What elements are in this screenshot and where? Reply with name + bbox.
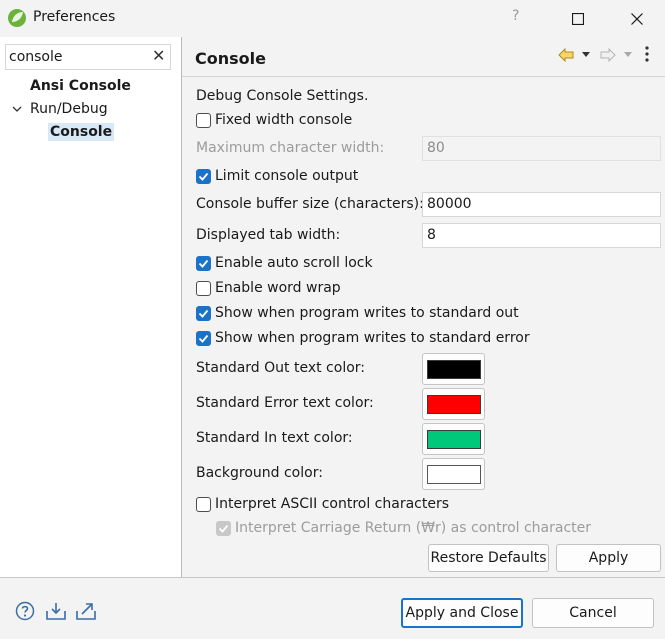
stdout-color-button[interactable] [422,353,485,385]
max-char-width-label: Maximum character width: [196,140,385,156]
checkmark-icon [198,259,209,268]
tree-item-console[interactable]: Console [48,123,115,141]
cancel-button[interactable]: Cancel [532,598,654,628]
close-icon [631,12,643,25]
filter-field[interactable]: ✕ [5,44,171,70]
section-heading: Debug Console Settings. [196,88,369,104]
title-separator [182,76,665,77]
apply-and-close-button[interactable]: Apply and Close [401,598,523,628]
stdin-color-swatch [427,430,481,449]
footer-divider [0,577,665,578]
stderr-color-swatch [427,395,481,414]
apply-button[interactable]: Apply [556,544,661,572]
interpret-ascii-checkbox[interactable] [196,497,211,512]
limit-output-checkbox[interactable] [196,169,211,184]
stdin-color-label: Standard In text color: [196,430,353,446]
show-stderr-checkbox[interactable] [196,331,211,346]
help-icon[interactable] [15,601,35,621]
maximize-icon [572,12,584,25]
background-color-label: Background color: [196,465,323,481]
show-stderr-label[interactable]: Show when program writes to standard err… [215,330,530,346]
tab-width-label: Displayed tab width: [196,227,341,243]
fixed-width-checkbox[interactable] [196,113,211,128]
tree-item-ansi-console[interactable]: Ansi Console [30,78,131,94]
clear-filter-icon[interactable]: ✕ [152,46,165,65]
max-char-width-field[interactable]: 80 [422,136,661,161]
window-title: Preferences [33,9,116,25]
preference-tree-pane: ✕ Ansi Console Run/Debug Console [0,37,181,578]
checkmark-icon [198,309,209,318]
auto-scroll-lock-label[interactable]: Enable auto scroll lock [215,255,373,271]
interpret-ascii-label[interactable]: Interpret ASCII control characters [215,496,449,512]
page-title: Console [195,49,266,68]
filter-input[interactable] [9,47,149,67]
stdout-color-swatch [427,360,481,379]
console-preference-page: Console Debug Console Settings. Fixed wi… [182,37,665,577]
checkmark-icon [198,334,209,343]
checkmark-icon [218,524,229,533]
help-glyph[interactable]: ? [512,8,519,24]
tab-width-input[interactable]: 8 [422,223,661,248]
export-icon[interactable] [75,601,97,621]
tree-item-run-debug[interactable]: Run/Debug [30,101,108,117]
buffer-size-label: Console buffer size (characters): [196,196,424,212]
chevron-down-icon[interactable] [12,104,22,114]
stdin-color-button[interactable] [422,423,485,455]
show-stdout-label[interactable]: Show when program writes to standard out [215,305,519,321]
view-menu-icon[interactable] [645,46,649,62]
fixed-width-label[interactable]: Fixed width console [215,112,352,128]
import-icon[interactable] [45,601,67,621]
close-button[interactable] [614,0,660,37]
maximize-button[interactable] [555,0,601,37]
restore-defaults-button[interactable]: Restore Defaults [428,544,549,572]
buffer-size-input[interactable]: 80000 [422,192,661,217]
stdout-color-label: Standard Out text color: [196,360,365,376]
word-wrap-label[interactable]: Enable word wrap [215,280,341,296]
stderr-color-label: Standard Error text color: [196,395,374,411]
show-stdout-checkbox[interactable] [196,306,211,321]
interpret-cr-checkbox[interactable] [216,521,231,536]
title-bar: Preferences ? [0,0,665,37]
word-wrap-checkbox[interactable] [196,281,211,296]
auto-scroll-lock-checkbox[interactable] [196,256,211,271]
forward-arrow-icon[interactable] [600,48,616,62]
background-color-swatch [427,465,481,484]
interpret-cr-label[interactable]: Interpret Carriage Return (₩r) as contro… [235,520,591,536]
background-color-button[interactable] [422,458,485,490]
app-leaf-icon [8,9,26,27]
limit-output-label[interactable]: Limit console output [215,168,358,184]
checkmark-icon [198,172,209,181]
forward-menu-chevron-icon[interactable] [623,51,633,59]
back-arrow-icon[interactable] [558,48,574,62]
back-menu-chevron-icon[interactable] [581,51,591,59]
stderr-color-button[interactable] [422,388,485,420]
